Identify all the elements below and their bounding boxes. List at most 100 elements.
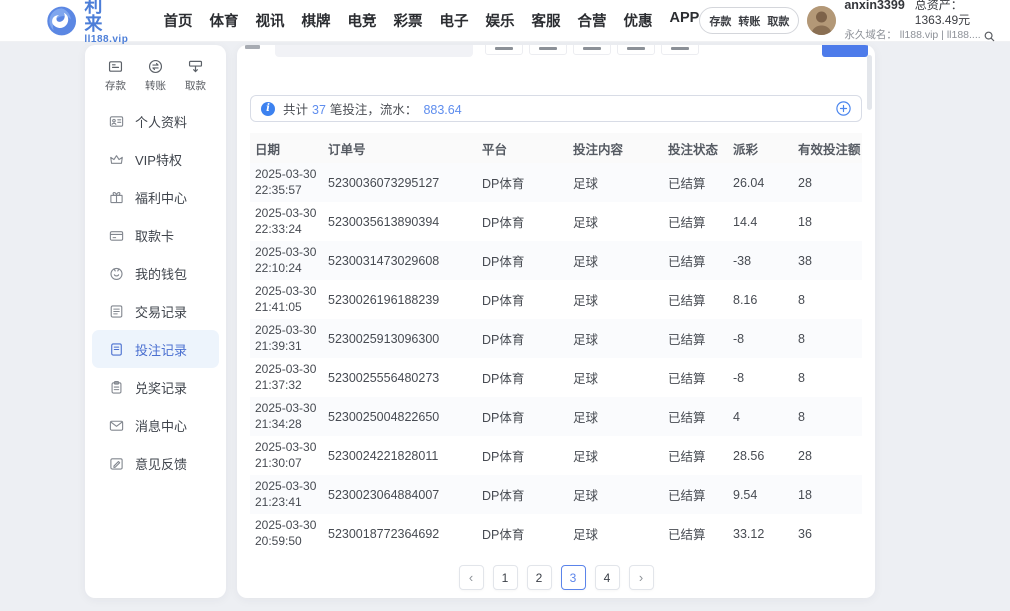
page-number-button[interactable]: 2 <box>527 565 552 590</box>
cell-status: 已结算 <box>663 475 728 514</box>
quick-action-withdraw[interactable]: 取款 <box>185 58 206 93</box>
cell-order-number: 5230025004822650 <box>323 397 477 436</box>
date-range-input[interactable] <box>275 45 473 57</box>
id-card-icon <box>108 113 125 130</box>
plus-circle-icon[interactable] <box>836 101 851 116</box>
sidebar-item-messages[interactable]: 消息中心 <box>92 406 219 444</box>
nav-item[interactable]: 电子 <box>440 10 469 31</box>
sidebar-item-feedback[interactable]: 意见反馈 <box>92 444 219 482</box>
user-info: anxin3399 总资产： 1363.49元 永久域名： ll188.vip … <box>844 0 998 43</box>
cell-order-number: 5230023064884007 <box>323 475 477 514</box>
wallet-icon <box>108 265 125 282</box>
brand-logo[interactable]: 利 来 ll188.vip <box>46 0 142 45</box>
top-header: 利 来 ll188.vip 首页体育视讯棋牌电竞彩票电子娱乐客服合营优惠APP … <box>0 0 1010 42</box>
nav-item[interactable]: 棋牌 <box>302 10 331 31</box>
bank-card-icon <box>108 227 125 244</box>
sidebar-item-transactions[interactable]: 交易记录 <box>92 292 219 330</box>
cell-payout: 26.04 <box>728 163 793 202</box>
sidebar-item-vip[interactable]: VIP特权 <box>92 140 219 178</box>
column-header: 投注内容 <box>568 133 663 163</box>
cell-valid-amount: 28 <box>793 436 862 475</box>
column-header: 日期 <box>250 133 323 163</box>
cell-status: 已结算 <box>663 163 728 202</box>
cell-status: 已结算 <box>663 397 728 436</box>
cell-status: 已结算 <box>663 436 728 475</box>
wallet-pill-item[interactable]: 转账 <box>738 13 760 29</box>
sidebar-item-redeem-records[interactable]: 兑奖记录 <box>92 368 219 406</box>
next-page-button[interactable]: › <box>629 565 654 590</box>
wallet-pill-item[interactable]: 存款 <box>709 13 731 29</box>
quick-action-deposit[interactable]: 存款 <box>105 58 126 93</box>
cell-date: 2025-03-3022:35:57 <box>250 163 323 202</box>
cell-date: 2025-03-3021:23:41 <box>250 475 323 514</box>
cell-payout: 14.4 <box>728 202 793 241</box>
quick-range-button[interactable] <box>661 45 699 55</box>
nav-item[interactable]: APP <box>670 10 700 31</box>
cell-date: 2025-03-3021:39:31 <box>250 319 323 358</box>
transfer-icon <box>147 58 164 75</box>
table-row: 2025-03-3022:10:24 5230031473029608 DP体育… <box>250 241 862 280</box>
quick-action-transfer[interactable]: 转账 <box>145 58 166 93</box>
cell-platform: DP体育 <box>477 280 568 319</box>
table-row: 2025-03-3022:33:24 5230035613890394 DP体育… <box>250 202 862 241</box>
nav-item[interactable]: 合营 <box>578 10 607 31</box>
cell-date: 2025-03-3021:30:07 <box>250 436 323 475</box>
quick-range-button[interactable] <box>617 45 655 55</box>
sidebar-item-withdraw-card[interactable]: 取款卡 <box>92 216 219 254</box>
nav-item[interactable]: 体育 <box>210 10 239 31</box>
cell-order-number: 5230025913096300 <box>323 319 477 358</box>
table-row: 2025-03-3021:23:41 5230023064884007 DP体育… <box>250 475 862 514</box>
scrollbar[interactable] <box>867 55 872 110</box>
deposit-icon <box>107 58 124 75</box>
cell-bet-content: 足球 <box>568 280 663 319</box>
main-content: i 共计 37 笔投注，流水： 883.64 日期订单号平台投注内容投注状态派彩… <box>237 45 875 598</box>
cell-platform: DP体育 <box>477 514 568 553</box>
cell-status: 已结算 <box>663 514 728 553</box>
cell-bet-content: 足球 <box>568 514 663 553</box>
sidebar-item-profile[interactable]: 个人资料 <box>92 102 219 140</box>
cell-platform: DP体育 <box>477 241 568 280</box>
page-number-button[interactable]: 4 <box>595 565 620 590</box>
cell-payout: 4 <box>728 397 793 436</box>
cell-valid-amount: 8 <box>793 319 862 358</box>
wallet-pill: 存款转账取款 <box>699 7 799 34</box>
sidebar-item-wallet[interactable]: 我的钱包 <box>92 254 219 292</box>
cell-date: 2025-03-3021:37:32 <box>250 358 323 397</box>
crown-icon <box>108 151 125 168</box>
nav-item[interactable]: 首页 <box>164 10 193 31</box>
table-row: 2025-03-3022:35:57 5230036073295127 DP体育… <box>250 163 862 202</box>
page-number-button[interactable]: 3 <box>561 565 586 590</box>
envelope-icon <box>108 417 125 434</box>
nav-item[interactable]: 优惠 <box>624 10 653 31</box>
cell-payout: 28.56 <box>728 436 793 475</box>
nav-item[interactable]: 视讯 <box>256 10 285 31</box>
cell-payout: -38 <box>728 241 793 280</box>
sidebar-item-bet-records[interactable]: 投注记录 <box>92 330 219 368</box>
quick-range-button[interactable] <box>529 45 567 55</box>
withdraw-icon <box>187 58 204 75</box>
nav-item[interactable]: 娱乐 <box>486 10 515 31</box>
info-icon: i <box>261 102 275 116</box>
avatar[interactable] <box>807 6 836 35</box>
quick-range-button[interactable] <box>485 45 523 55</box>
sidebar-item-welfare[interactable]: 福利中心 <box>92 178 219 216</box>
search-icon[interactable] <box>984 31 995 42</box>
table-header-row: 日期订单号平台投注内容投注状态派彩有效投注额 <box>250 133 862 163</box>
cell-platform: DP体育 <box>477 358 568 397</box>
cell-payout: -8 <box>728 319 793 358</box>
nav-item[interactable]: 彩票 <box>394 10 423 31</box>
cell-valid-amount: 18 <box>793 202 862 241</box>
quick-range-button[interactable] <box>573 45 611 55</box>
pagination: ‹ 1234 › <box>237 565 875 590</box>
summary-bar: i 共计 37 笔投注，流水： 883.64 <box>250 95 862 122</box>
cell-order-number: 5230024221828011 <box>323 436 477 475</box>
cell-order-number: 5230031473029608 <box>323 241 477 280</box>
cell-date: 2025-03-3021:34:28 <box>250 397 323 436</box>
cell-bet-content: 足球 <box>568 436 663 475</box>
page-number-button[interactable]: 1 <box>493 565 518 590</box>
search-button[interactable] <box>822 45 868 57</box>
wallet-pill-item[interactable]: 取款 <box>767 13 789 29</box>
prev-page-button[interactable]: ‹ <box>459 565 484 590</box>
nav-item[interactable]: 电竞 <box>348 10 377 31</box>
nav-item[interactable]: 客服 <box>532 10 561 31</box>
